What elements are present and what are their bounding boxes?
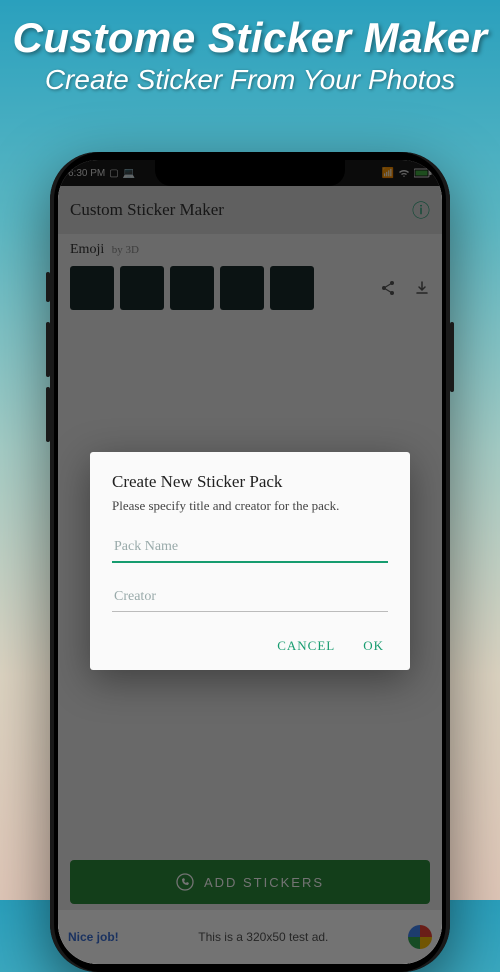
dialog-subtitle: Please specify title and creator for the… [112, 498, 388, 515]
ok-button[interactable]: OK [363, 638, 384, 654]
dialog-title: Create New Sticker Pack [112, 472, 388, 492]
banner-subtitle: Create Sticker From Your Photos [0, 64, 500, 96]
promo-banner: Custome Sticker Maker Create Sticker Fro… [0, 0, 500, 96]
notch [155, 160, 345, 186]
creator-input[interactable] [112, 583, 388, 612]
banner-title: Custome Sticker Maker [0, 14, 500, 62]
pack-name-field [112, 533, 388, 563]
create-pack-dialog: Create New Sticker Pack Please specify t… [90, 452, 410, 670]
phone-frame: 6:30 PM ▢ 💻 📶 Custom Sticker Maker ⓘ Emo… [50, 152, 450, 972]
cancel-button[interactable]: CANCEL [277, 638, 335, 654]
pack-name-input[interactable] [112, 533, 388, 563]
creator-field [112, 583, 388, 612]
phone-screen: 6:30 PM ▢ 💻 📶 Custom Sticker Maker ⓘ Emo… [58, 160, 442, 964]
